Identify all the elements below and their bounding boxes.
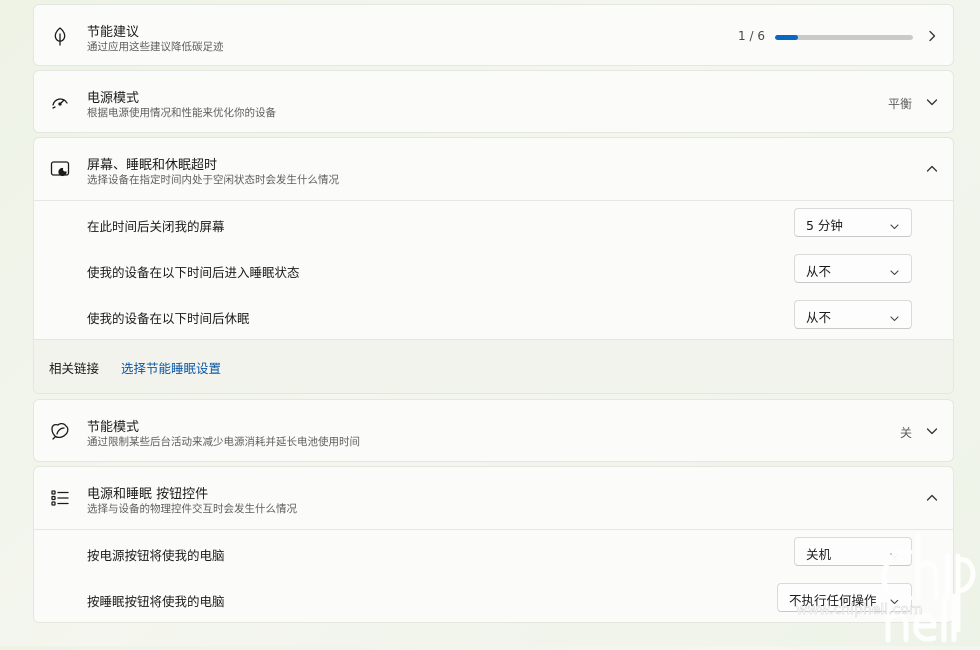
power-mode-desc: 根据电源使用情况和性能来优化你的设备 [87, 107, 276, 119]
setting-row-hibernate: 使我的设备在以下时间后休眠 从不 [34, 293, 953, 339]
list-icon [49, 487, 71, 509]
power-buttons-card: 电源和睡眠 按钮控件 选择与设备的物理控件交互时会发生什么情况 按电源按钮将使我… [33, 466, 954, 623]
setting-label: 使我的设备在以下时间后休眠 [87, 311, 250, 326]
power-buttons-title: 电源和睡眠 按钮控件 [87, 487, 209, 502]
chevron-down-icon [889, 546, 900, 559]
dropdown-value: 关机 [806, 547, 832, 562]
setting-label: 按睡眠按钮将使我的电脑 [87, 594, 225, 609]
sleep-dropdown[interactable]: 从不 [794, 254, 912, 283]
screen-sleep-title: 屏幕、睡眠和休眠超时 [87, 158, 218, 173]
screen-sleep-header[interactable]: 屏幕、睡眠和休眠超时 选择设备在指定时间内处于空闲状态时会发生什么情况 [34, 138, 953, 201]
battery-leaf-icon [49, 420, 71, 442]
dropdown-value: 5 分钟 [806, 218, 843, 233]
related-links: 相关链接 选择节能睡眠设置 [34, 339, 953, 393]
energy-recommendations-title: 节能建议 [87, 25, 140, 40]
setting-row-power-button: 按电源按钮将使我的电脑 关机 [34, 530, 953, 576]
hibernate-dropdown[interactable]: 从不 [794, 300, 912, 329]
energy-sleep-settings-link[interactable]: 选择节能睡眠设置 [121, 358, 221, 377]
speedometer-icon [49, 91, 71, 113]
chevron-down-icon [889, 309, 900, 322]
energy-saver-desc: 通过限制某些后台活动来减少电源消耗并延长电池使用时间 [87, 436, 360, 448]
power-buttons-desc: 选择与设备的物理控件交互时会发生什么情况 [87, 503, 297, 515]
chevron-down-icon[interactable] [925, 94, 939, 108]
energy-saver-state: 关 [899, 426, 912, 440]
setting-label: 按电源按钮将使我的电脑 [87, 548, 225, 563]
power-mode-title: 电源模式 [87, 91, 140, 106]
energy-progress-fill [775, 35, 798, 40]
screen-off-dropdown[interactable]: 5 分钟 [794, 208, 912, 237]
dropdown-value: 从不 [806, 310, 832, 325]
chevron-up-icon[interactable] [925, 490, 939, 504]
leaf-icon [49, 25, 71, 47]
related-links-label: 相关链接 [49, 361, 100, 376]
energy-recommendations-card[interactable]: 节能建议 通过应用这些建议降低碳足迹 1 / 6 [33, 4, 954, 66]
dropdown-value: 不执行任何操作 [789, 593, 877, 608]
chevron-down-icon [889, 263, 900, 276]
chevron-up-icon[interactable] [925, 161, 939, 175]
screen-sleep-card: 屏幕、睡眠和休眠超时 选择设备在指定时间内处于空闲状态时会发生什么情况 在此时间… [33, 137, 954, 394]
chevron-down-icon [889, 592, 900, 605]
screen-sleep-desc: 选择设备在指定时间内处于空闲状态时会发生什么情况 [87, 174, 339, 186]
setting-row-screen-off: 在此时间后关闭我的屏幕 5 分钟 [34, 201, 953, 247]
chevron-right-icon[interactable] [925, 28, 939, 42]
power-button-dropdown[interactable]: 关机 [794, 537, 912, 566]
chevron-down-icon[interactable] [925, 423, 939, 437]
sleep-button-dropdown[interactable]: 不执行任何操作 [777, 583, 912, 612]
setting-row-sleep-button: 按睡眠按钮将使我的电脑 不执行任何操作 [34, 576, 953, 622]
power-mode-card[interactable]: 电源模式 根据电源使用情况和性能来优化你的设备 平衡 [33, 70, 954, 133]
screen-sleep-icon [49, 158, 71, 180]
energy-saver-title: 节能模式 [87, 420, 140, 435]
setting-label: 使我的设备在以下时间后进入睡眠状态 [87, 265, 300, 280]
energy-recommendations-desc: 通过应用这些建议降低碳足迹 [87, 41, 224, 53]
energy-progress-bar [775, 35, 913, 40]
setting-row-sleep: 使我的设备在以下时间后进入睡眠状态 从不 [34, 247, 953, 293]
chevron-down-icon [889, 217, 900, 230]
dropdown-value: 从不 [806, 264, 832, 279]
energy-progress-text: 1 / 6 [738, 29, 765, 43]
power-mode-state: 平衡 [887, 97, 912, 111]
energy-saver-card[interactable]: 节能模式 通过限制某些后台活动来减少电源消耗并延长电池使用时间 关 [33, 399, 954, 462]
power-buttons-header[interactable]: 电源和睡眠 按钮控件 选择与设备的物理控件交互时会发生什么情况 [34, 467, 953, 530]
setting-label: 在此时间后关闭我的屏幕 [87, 219, 225, 234]
